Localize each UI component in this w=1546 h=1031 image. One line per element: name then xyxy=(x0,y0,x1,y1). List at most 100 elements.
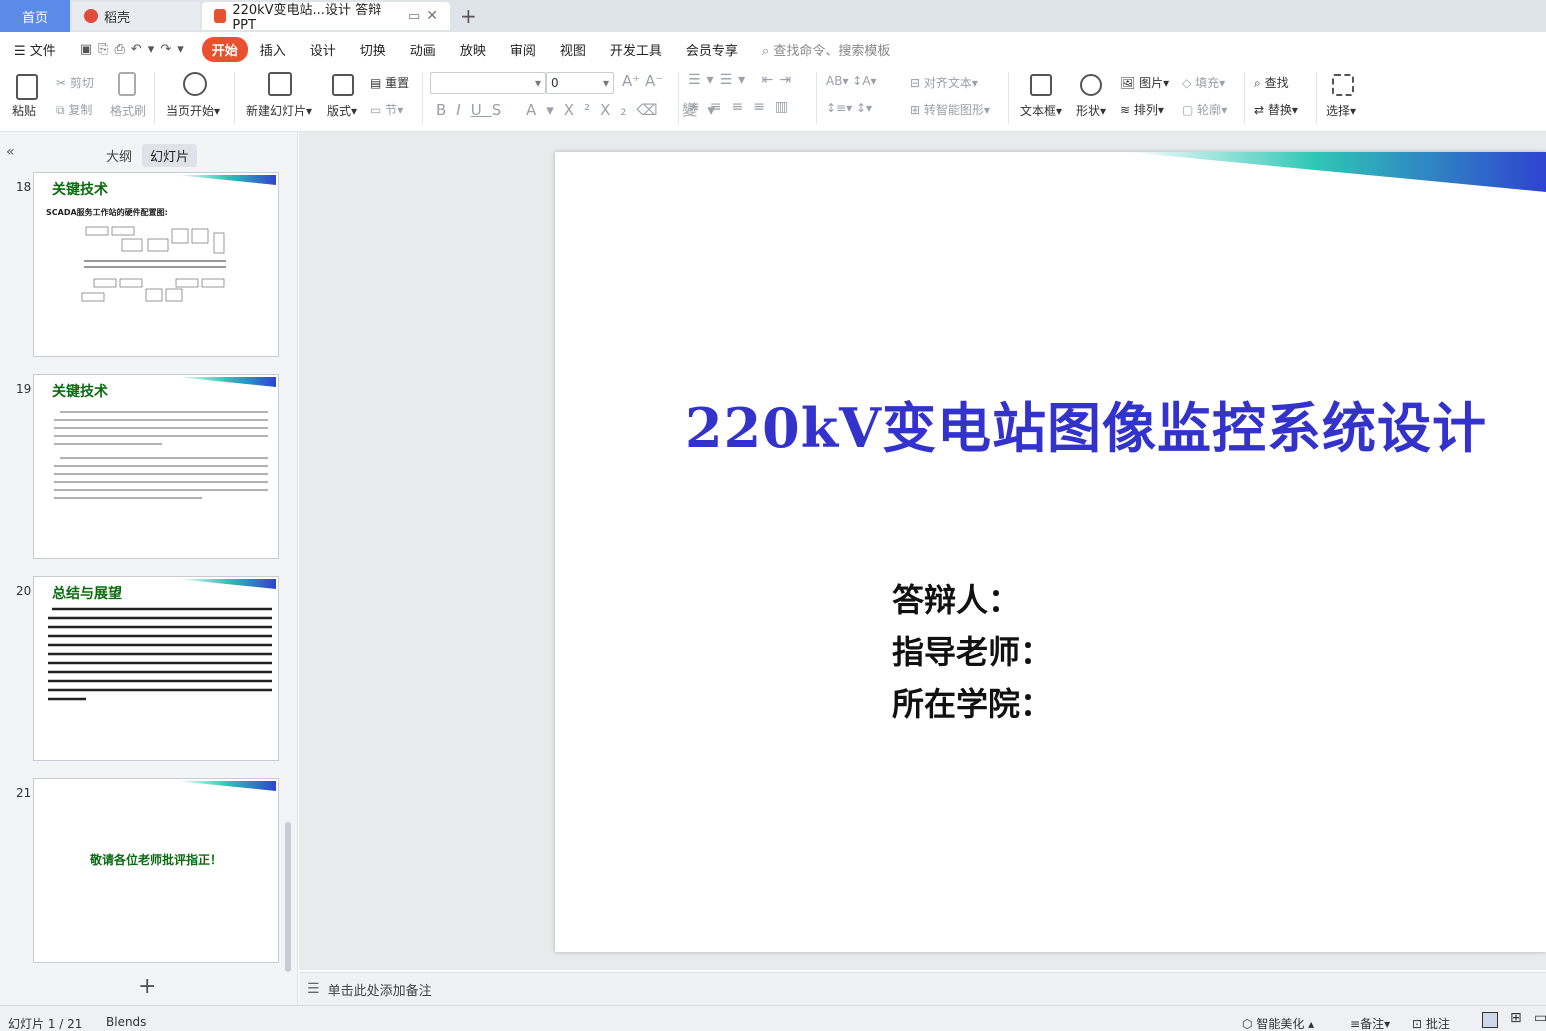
thumb-body-text xyxy=(48,607,272,701)
menu-transition[interactable]: 切换 xyxy=(348,40,398,59)
slide-title[interactable]: 220kV变电站图像监控系统设计 xyxy=(685,384,1487,463)
menu-developer[interactable]: 开发工具 xyxy=(598,40,674,59)
layout-button[interactable]: 版式▾ xyxy=(327,102,357,119)
notes-toggle-button[interactable]: ≡备注▾ xyxy=(1350,1015,1390,1031)
replace-label: 替换 xyxy=(1267,103,1292,117)
outline-button[interactable]: ▢ 轮廓▾ xyxy=(1182,101,1227,118)
find-label: 查找 xyxy=(1264,76,1289,90)
slide-counter: 幻灯片 1 / 21 xyxy=(8,1017,83,1031)
cut-label: 剪切 xyxy=(69,76,94,90)
tab-home[interactable]: 首页 xyxy=(0,0,70,32)
quick-access-icons[interactable]: ▣⎘⎙↶▾↷▾ xyxy=(68,42,202,57)
play-from-current-button[interactable]: 当页开始▾ xyxy=(166,102,220,119)
reading-view-icon[interactable]: ▭ xyxy=(1534,1010,1546,1026)
tab-document[interactable]: 220kV变电站...设计 答辩PPT ▭ ✕ xyxy=(202,2,450,33)
shape-button[interactable]: 形状▾ xyxy=(1076,102,1106,119)
align-text-icon: ⊟ xyxy=(910,76,921,90)
tab-slides[interactable]: 幻灯片 xyxy=(142,144,198,167)
arrange-icon: ≋ xyxy=(1120,103,1131,117)
format-painter-icon[interactable] xyxy=(118,72,136,96)
play-icon[interactable] xyxy=(183,72,207,96)
thumb-title: 关键技术 xyxy=(52,384,108,400)
tab-daoke[interactable]: 稻壳 xyxy=(72,2,200,30)
picture-icon: 🖼 xyxy=(1120,76,1136,90)
current-slide[interactable]: 220kV变电站图像监控系统设计 答辩人： 指导老师： 所在学院： xyxy=(555,152,1546,952)
tab-outline[interactable]: 大纲 xyxy=(98,144,140,167)
menu-review[interactable]: 审阅 xyxy=(498,40,548,59)
collapse-panel-icon[interactable]: « xyxy=(6,144,15,160)
notes-pane[interactable]: ☰ 单击此处添加备注 xyxy=(299,972,1546,1005)
list-buttons[interactable]: ☰▾☰▾ ⇤⇥ xyxy=(688,72,797,88)
sorter-view-icon[interactable]: ⊞ xyxy=(1510,1010,1522,1026)
text-direction-buttons[interactable]: AB▾ ↕A▾ xyxy=(826,74,877,88)
to-smartart-label: 转智能图形 xyxy=(923,103,984,117)
close-tab-icon[interactable]: ✕ xyxy=(426,8,438,24)
slide-thumbnail-21[interactable]: 敬请各位老师批评指正！ xyxy=(33,778,279,963)
new-slide-button[interactable]: 新建幻灯片▾ xyxy=(246,102,312,119)
menu-design[interactable]: 设计 xyxy=(298,40,348,59)
add-slide-icon[interactable]: + xyxy=(138,974,156,999)
thumb-closing-text: 敬请各位老师批评指正！ xyxy=(89,853,222,867)
textbox-button[interactable]: 文本框▾ xyxy=(1020,102,1062,119)
paste-button[interactable]: 粘贴 xyxy=(12,102,36,119)
textbox-icon[interactable] xyxy=(1030,74,1052,96)
new-slide-icon[interactable] xyxy=(268,72,292,96)
ribbon-toolbar: 粘贴 ✂ 剪切 ⧉ 复制 格式刷 当页开始▾ 新建幻灯片▾ 版式▾ ▤ 重置 ▭… xyxy=(0,66,1546,132)
menu-animation[interactable]: 动画 xyxy=(398,40,448,59)
font-size-value: 0 xyxy=(551,76,559,90)
align-buttons[interactable]: ≡≡≡≡▥ xyxy=(688,99,798,115)
scissors-icon: ✂ xyxy=(56,76,67,90)
presenter-line: 答辩人： xyxy=(892,581,1021,619)
reset-icon: ▤ xyxy=(370,76,382,90)
arrange-button[interactable]: ≋ 排列▾ xyxy=(1120,101,1164,118)
copy-button[interactable]: ⧉ 复制 xyxy=(56,101,92,118)
shape-icon[interactable] xyxy=(1080,74,1102,96)
paste-icon[interactable] xyxy=(16,74,38,100)
select-button[interactable]: 选择▾ xyxy=(1326,102,1356,119)
section-button[interactable]: ▭ 节▾ xyxy=(370,101,403,118)
outline-icon: ▢ xyxy=(1182,103,1194,117)
font-family-select[interactable]: ▾ xyxy=(430,72,546,94)
slide-info-block[interactable]: 答辩人： 指导老师： 所在学院： xyxy=(892,574,1052,730)
menu-member[interactable]: 会员专享 xyxy=(674,40,750,59)
menu-insert[interactable]: 插入 xyxy=(248,40,298,59)
menu-start[interactable]: 开始 xyxy=(201,36,248,62)
slide-thumbnail-18[interactable]: 关键技术 SCADA服务工作站的硬件配置图: xyxy=(33,172,279,357)
play-from-current-label: 当页开始 xyxy=(166,104,215,118)
smart-beautify-button[interactable]: ⬡ 智能美化 ▴ xyxy=(1242,1015,1314,1031)
spacing-buttons[interactable]: ↕≡▾ ↕▾ xyxy=(826,101,872,115)
search-placeholder: 查找命令、搜索模板 xyxy=(773,43,891,59)
picture-button[interactable]: 🖼 图片▾ xyxy=(1120,74,1169,91)
align-text-button[interactable]: ⊟ 对齐文本▾ xyxy=(910,74,978,91)
select-icon[interactable] xyxy=(1332,74,1354,96)
to-smartart-button[interactable]: ⊞ 转智能图形▾ xyxy=(910,101,990,118)
screen-icon[interactable]: ▭ xyxy=(408,9,420,24)
menu-file[interactable]: ☰ 文件 xyxy=(0,40,68,59)
layout-label: 版式 xyxy=(327,104,352,118)
slide-thumbnail-20[interactable]: 总结与展望 xyxy=(33,576,279,761)
panel-scrollbar[interactable] xyxy=(285,822,291,972)
find-button[interactable]: ⌕ 查找 xyxy=(1254,74,1289,91)
text-format-buttons[interactable]: BIUS A▾X²X₂⌫ 變▾ xyxy=(436,99,725,120)
menu-slideshow[interactable]: 放映 xyxy=(448,40,498,59)
cut-button[interactable]: ✂ 剪切 xyxy=(56,74,94,91)
replace-icon: ⇄ xyxy=(1254,103,1265,117)
align-text-label: 对齐文本 xyxy=(923,76,972,90)
slide-thumbnail-19[interactable]: 关键技术 xyxy=(33,374,279,559)
layout-icon[interactable] xyxy=(332,74,354,96)
normal-view-icon[interactable] xyxy=(1482,1012,1498,1028)
fill-button[interactable]: ◇ 填充▾ xyxy=(1182,74,1225,91)
replace-button[interactable]: ⇄ 替换▾ xyxy=(1254,101,1298,118)
notes-placeholder: 单击此处添加备注 xyxy=(327,983,432,999)
search-command[interactable]: ⌕ 查找命令、搜索模板 xyxy=(750,40,902,59)
menu-view[interactable]: 视图 xyxy=(548,40,598,59)
reset-button[interactable]: ▤ 重置 xyxy=(370,74,409,91)
font-size-select[interactable]: 0 ▾ xyxy=(546,72,614,94)
add-tab-icon[interactable]: + xyxy=(460,4,477,28)
comment-icon: ⊡ xyxy=(1412,1017,1423,1031)
arrange-label: 排列 xyxy=(1133,103,1158,117)
comments-button[interactable]: ⊡ 批注 xyxy=(1412,1015,1450,1031)
status-bar: 幻灯片 1 / 21 Blends ⬡ 智能美化 ▴ ≡备注▾ ⊡ 批注 ⊞ ▭ xyxy=(0,1005,1546,1031)
format-painter-button[interactable]: 格式刷 xyxy=(110,102,146,119)
font-size-buttons[interactable]: A⁺ A⁻ xyxy=(622,72,663,90)
